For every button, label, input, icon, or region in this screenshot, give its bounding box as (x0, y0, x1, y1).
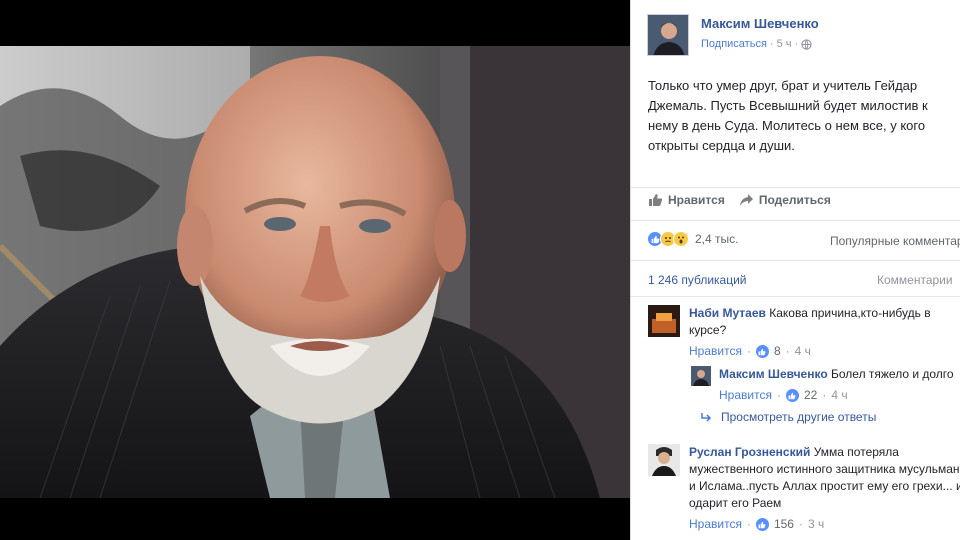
view-more-replies-label: Просмотреть другие ответы (721, 410, 877, 424)
shares-count-link[interactable]: 1 246 публикаций (648, 273, 747, 287)
comment-like-button[interactable]: Нравится (689, 343, 742, 360)
author-name[interactable]: Максим Шевченко (701, 16, 819, 31)
share-label: Поделиться (758, 193, 831, 207)
comments-link[interactable]: Комментарии (877, 273, 953, 287)
divider (631, 260, 960, 261)
comment-like-count[interactable]: 156 (774, 516, 794, 533)
divider (631, 296, 960, 297)
photo-viewer (0, 0, 630, 540)
like-count-icon (755, 345, 769, 358)
reactions-summary[interactable]: 2,4 тыс. (647, 231, 738, 247)
divider (631, 220, 960, 221)
popular-comments-sort[interactable]: Популярные комментарии (830, 234, 960, 248)
view-more-replies-link[interactable]: Просмотреть другие ответы (701, 410, 876, 424)
commenter-avatar[interactable] (648, 305, 680, 337)
comment-like-button[interactable]: Нравится (689, 516, 742, 533)
like-label: Нравится (668, 193, 725, 207)
post-time[interactable]: 5 ч (777, 38, 792, 50)
subscribe-link[interactable]: Подписаться (701, 38, 767, 50)
like-count-icon (785, 389, 799, 402)
separator-dot: · (769, 38, 774, 50)
comment-time[interactable]: 3 ч (808, 516, 824, 533)
globe-icon (801, 38, 812, 50)
commenter-avatar[interactable] (648, 444, 680, 476)
comment: Руслан Грозненский Умма потеряла мужеств… (648, 444, 960, 533)
comment-like-count[interactable]: 22 (804, 387, 817, 404)
comment-like-count[interactable]: 8 (774, 343, 781, 360)
divider (631, 187, 960, 188)
commenter-avatar[interactable] (691, 366, 711, 386)
comment-time[interactable]: 4 ч (795, 343, 811, 360)
comment-reply: Максим Шевченко Болел тяжело и долго Нра… (691, 366, 959, 404)
comment-time[interactable]: 4 ч (831, 387, 847, 404)
share-button[interactable]: Поделиться (739, 193, 831, 207)
reactions-count: 2,4 тыс. (695, 232, 739, 246)
post-text: Только что умер друг, брат и учитель Гей… (648, 78, 928, 153)
wow-reaction-icon (673, 231, 689, 247)
post-panel: Максим Шевченко Подписаться · 5 ч · Толь… (630, 0, 960, 540)
post-header: Максим Шевченко Подписаться · 5 ч · (647, 14, 819, 56)
reply-arrow-icon (701, 413, 712, 422)
comment: Наби Мутаев Какова причина,кто-нибудь в … (648, 305, 960, 360)
post-actions: Нравится Поделиться (648, 193, 831, 207)
commenter-name[interactable]: Наби Мутаев (689, 306, 766, 320)
comment-text: Болел тяжело и долго (831, 367, 954, 381)
like-count-icon (755, 518, 769, 531)
thumbs-up-icon (649, 194, 663, 206)
commenter-name[interactable]: Руслан Грозненский (689, 445, 810, 459)
like-button[interactable]: Нравится (648, 193, 725, 207)
comment-like-button[interactable]: Нравится (719, 387, 772, 404)
author-avatar[interactable] (647, 14, 689, 56)
share-icon (739, 194, 753, 206)
post-photo[interactable] (0, 46, 630, 498)
commenter-name[interactable]: Максим Шевченко (719, 367, 828, 381)
